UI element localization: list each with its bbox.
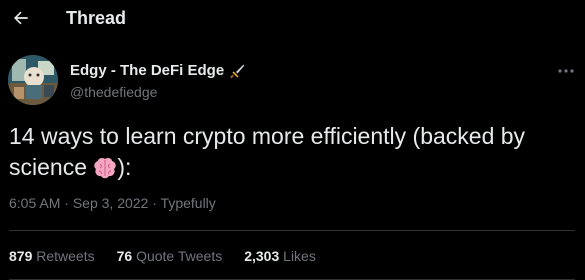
quote-tweets-stat[interactable]: 76 Quote Tweets [117,248,223,264]
more-horizontal-icon [558,69,574,73]
thread-header: Thread [0,0,585,40]
tweet-author: Edgy - The DeFi Edge @thedefiedge [8,55,578,107]
likes-stat[interactable]: 2,303 Likes [244,248,316,264]
dagger-icon [229,63,245,79]
tweet-text-end: ): [117,154,132,180]
quote-tweets-label: Quote Tweets [136,248,223,264]
back-button[interactable] [8,5,34,31]
tweet-text: 14 ways to learn crypto more efficiently… [9,121,569,187]
tweet-meta: 6:05 AM · Sep 3, 2022 · Typefully [9,195,216,211]
tweet-stats: 879 Retweets 76 Quote Tweets 2,303 Likes [9,248,338,264]
tweet-source[interactable]: Typefully [161,195,216,211]
arrow-left-icon [14,11,28,25]
tweet-text-body: 14 ways to learn crypto more efficiently… [9,123,526,180]
likes-label: Likes [283,248,316,264]
tweet-time[interactable]: 6:05 AM [9,195,60,211]
retweets-label: Retweets [36,248,95,264]
retweets-stat[interactable]: 879 Retweets [9,248,95,264]
quote-tweets-count: 76 [116,248,133,264]
tweet-date[interactable]: Sep 3, 2022 [73,195,149,211]
meta-separator: · [60,195,73,211]
divider [9,230,575,231]
meta-separator: · [148,195,161,211]
page-title: Thread [66,8,127,28]
avatar[interactable] [8,55,58,105]
author-handle[interactable]: @thedefiedge [70,84,157,100]
retweets-count: 879 [9,248,33,264]
likes-count: 2,303 [244,248,280,264]
brain-emoji-icon [93,156,117,187]
author-display-name[interactable]: Edgy - The DeFi Edge [70,62,224,79]
more-options-button[interactable] [554,63,578,79]
